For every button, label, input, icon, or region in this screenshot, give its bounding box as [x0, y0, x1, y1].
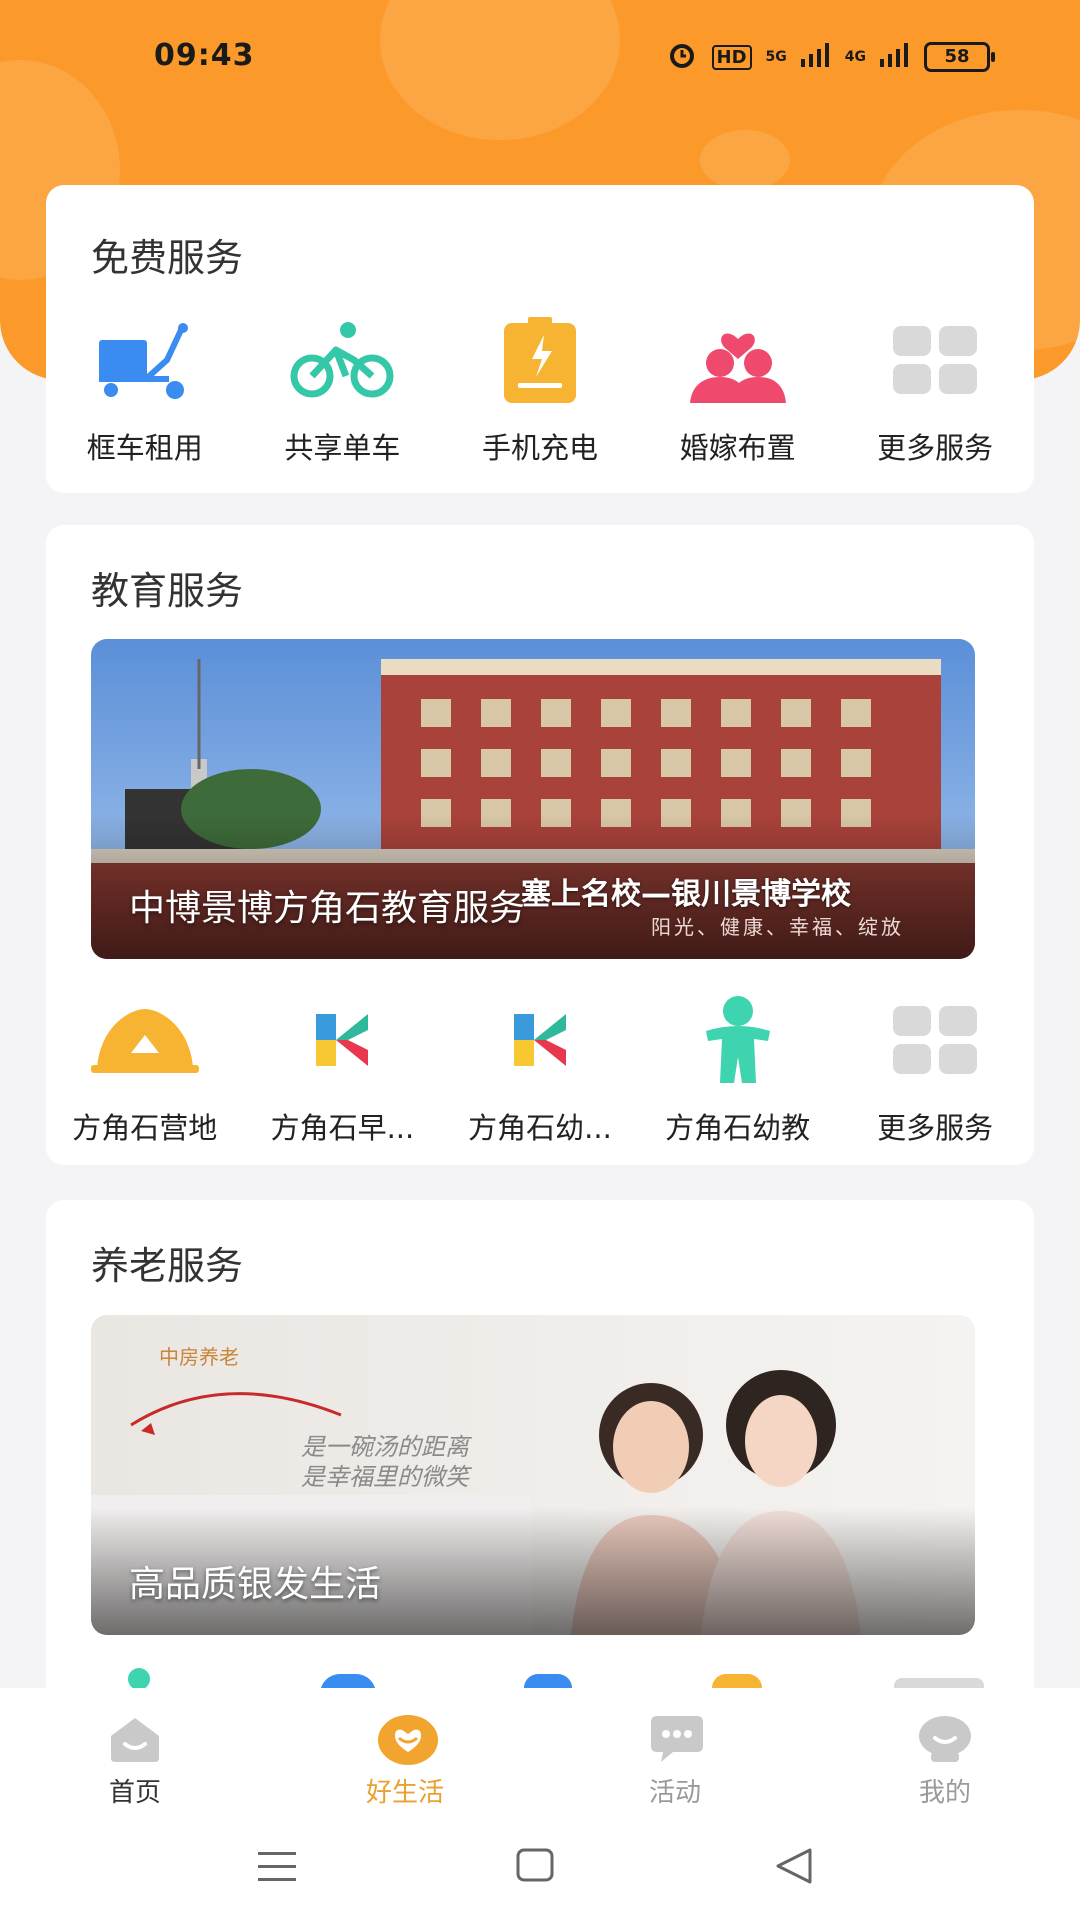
signal-icon	[800, 43, 831, 71]
service-more[interactable]: 更多服务	[836, 995, 1034, 1147]
partial-icon	[128, 1668, 150, 1690]
service-wedding[interactable]: 婚嫁布置	[639, 315, 837, 467]
service-label: 更多服务	[877, 431, 994, 465]
service-cart-rental[interactable]: 框车租用	[46, 315, 244, 467]
elderly-card: 养老服务 中房养老 是一碗汤的距离 是幸福里的微笑 高品质银发生活	[46, 1200, 1034, 1720]
service-kindergarten[interactable]: 方角石幼...	[441, 995, 639, 1147]
service-label: 更多服务	[877, 1111, 994, 1145]
service-label: 婚嫁布置	[679, 431, 796, 465]
signal-icon-2	[880, 43, 910, 71]
status-icons: HD 5G 4G 58	[666, 40, 995, 74]
4g-indicator: 4G	[844, 49, 866, 65]
banner-subslogan: 阳光、健康、幸福、绽放	[651, 915, 904, 939]
chat-icon	[647, 1714, 703, 1764]
free-services-card: 免费服务 框车租用 共享单车 手机充电 婚嫁布置 更多服务	[46, 185, 1034, 493]
tab-label: 首页	[108, 1778, 161, 1808]
elderly-banner[interactable]: 中房养老 是一碗汤的距离 是幸福里的微笑 高品质银发生活	[91, 1315, 975, 1635]
home-square-icon[interactable]	[516, 1848, 554, 1888]
k-logo-icon	[287, 995, 397, 1085]
camp-tent-icon	[90, 995, 200, 1085]
tab-activity[interactable]: 活动	[540, 1688, 810, 1818]
free-services-row: 框车租用 共享单车 手机充电 婚嫁布置 更多服务	[46, 315, 1034, 467]
grid-more-icon	[880, 315, 990, 405]
profile-icon	[917, 1714, 973, 1764]
kid-figure-icon	[683, 995, 793, 1085]
system-nav-bar	[0, 1818, 1080, 1920]
banner-caption: 高品质银发生活	[129, 1564, 382, 1605]
elderly-title: 养老服务	[91, 1244, 244, 1288]
k-logo-icon	[485, 995, 595, 1085]
education-card: 教育服务 塞上名校—银川景博学校 阳光、健康、幸福、绽放 中博景博方角石教育服务…	[46, 525, 1034, 1165]
tab-mine[interactable]: 我的	[810, 1688, 1080, 1818]
service-label: 方角石早...	[270, 1111, 415, 1145]
service-early-edu[interactable]: 方角石早...	[244, 995, 442, 1147]
heart-bubble-icon	[377, 1714, 438, 1765]
status-bar: 09:43 HD 5G 4G 58	[0, 0, 1080, 110]
bicycle-icon	[287, 315, 397, 405]
couple-heart-icon	[683, 315, 793, 405]
tab-label: 好生活	[365, 1778, 444, 1808]
service-more[interactable]: 更多服务	[836, 315, 1034, 467]
service-label: 方角石幼...	[468, 1111, 612, 1145]
elderly-brand: 中房养老	[159, 1345, 239, 1369]
battery-icon: 58	[924, 42, 995, 72]
tab-good-life[interactable]: 好生活	[270, 1688, 540, 1818]
5g-indicator: 5G	[765, 49, 787, 65]
service-label: 框车租用	[86, 431, 203, 465]
grid-more-icon	[880, 995, 990, 1085]
bottom-tab-bar: 首页 好生活 活动 我的	[0, 1688, 1080, 1818]
service-preschool[interactable]: 方角石幼教	[639, 995, 837, 1147]
tab-label: 活动	[648, 1778, 701, 1808]
service-label: 手机充电	[481, 431, 598, 465]
elderly-line-2: 是幸福里的微笑	[301, 1463, 469, 1491]
battery-charge-icon	[485, 315, 595, 405]
cart-icon	[90, 315, 200, 405]
education-title: 教育服务	[91, 569, 244, 613]
education-banner[interactable]: 塞上名校—银川景博学校 阳光、健康、幸福、绽放 中博景博方角石教育服务	[91, 639, 975, 959]
tab-home[interactable]: 首页	[0, 1688, 270, 1818]
home-icon	[107, 1714, 163, 1764]
education-services-row: 方角石营地 方角石早... 方角石幼... 方角石幼教 更多服务	[46, 995, 1034, 1147]
service-camp[interactable]: 方角石营地	[46, 995, 244, 1147]
banner-slogan: 塞上名校—银川景博学校	[521, 877, 851, 912]
status-time: 09:43	[154, 38, 255, 73]
menu-icon[interactable]	[258, 1850, 298, 1888]
service-shared-bike[interactable]: 共享单车	[244, 315, 442, 467]
service-phone-charge[interactable]: 手机充电	[441, 315, 639, 467]
free-services-title: 免费服务	[91, 236, 244, 280]
back-icon[interactable]	[774, 1848, 814, 1888]
service-label: 方角石营地	[72, 1111, 218, 1145]
tab-label: 我的	[918, 1778, 971, 1808]
alarm-icon	[666, 40, 698, 74]
service-label: 方角石幼教	[665, 1111, 811, 1145]
hd-indicator: HD	[711, 44, 752, 70]
service-label: 共享单车	[284, 431, 401, 465]
banner-caption: 中博景博方角石教育服务	[129, 888, 526, 929]
